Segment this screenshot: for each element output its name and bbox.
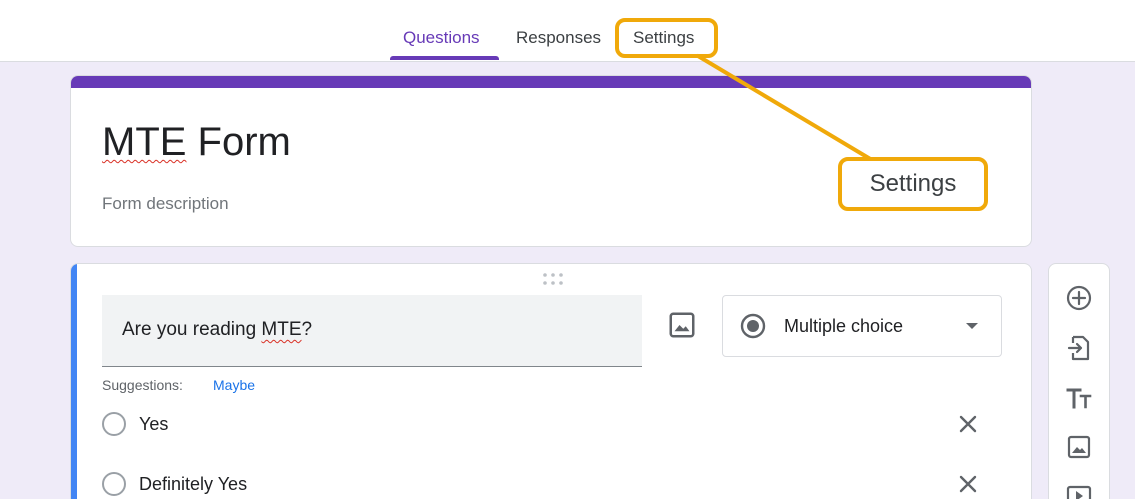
question-card[interactable]: Are you reading MTE? Multiple choice Sug…: [70, 263, 1032, 499]
question-type-dropdown[interactable]: Multiple choice: [722, 295, 1002, 357]
suggestion-chip[interactable]: Maybe: [213, 377, 255, 393]
active-tab-indicator: [390, 56, 499, 60]
option-radio-icon: [102, 412, 126, 436]
suggestions-label: Suggestions:: [102, 377, 183, 393]
add-title-icon[interactable]: [1065, 384, 1093, 412]
option-radio-icon: [102, 472, 126, 496]
form-title-rest: Form: [186, 120, 291, 164]
floating-toolbar: [1048, 263, 1110, 499]
form-title-spellcheck-word: MTE: [102, 120, 187, 164]
tab-questions[interactable]: Questions: [403, 28, 480, 48]
add-image-to-question-icon[interactable]: [667, 310, 697, 340]
question-title-text: Are you reading MTE?: [122, 319, 312, 341]
add-image-icon[interactable]: [1065, 433, 1093, 461]
remove-option-close-icon[interactable]: [958, 414, 978, 434]
radio-checked-icon: [740, 313, 766, 339]
option-label[interactable]: Yes: [139, 414, 168, 435]
settings-tab-highlight: [615, 18, 718, 58]
active-question-indicator: [71, 264, 77, 499]
form-description-field[interactable]: Form description: [102, 194, 229, 214]
option-row: Definitely Yes: [102, 469, 1002, 499]
settings-callout: Settings: [838, 157, 988, 211]
question-type-label: Multiple choice: [784, 316, 904, 336]
theme-color-bar: [71, 76, 1031, 88]
top-tab-bar: Questions Responses Settings: [0, 0, 1135, 62]
option-row: Yes: [102, 409, 1002, 439]
chevron-down-icon: [966, 323, 978, 329]
option-label[interactable]: Definitely Yes: [139, 474, 247, 495]
question-text-spellcheck-word: MTE: [261, 319, 302, 340]
drag-handle-icon[interactable]: [541, 272, 565, 286]
import-questions-icon[interactable]: [1065, 334, 1093, 362]
question-text-part: ?: [301, 319, 313, 340]
form-title[interactable]: MTE Form: [102, 120, 291, 165]
add-video-icon[interactable]: [1065, 482, 1093, 499]
question-title-input[interactable]: Are you reading MTE?: [102, 295, 642, 367]
add-question-icon[interactable]: [1065, 284, 1093, 312]
tab-responses[interactable]: Responses: [516, 28, 601, 48]
remove-option-close-icon[interactable]: [958, 474, 978, 494]
question-text-part: Are you reading: [122, 319, 262, 340]
